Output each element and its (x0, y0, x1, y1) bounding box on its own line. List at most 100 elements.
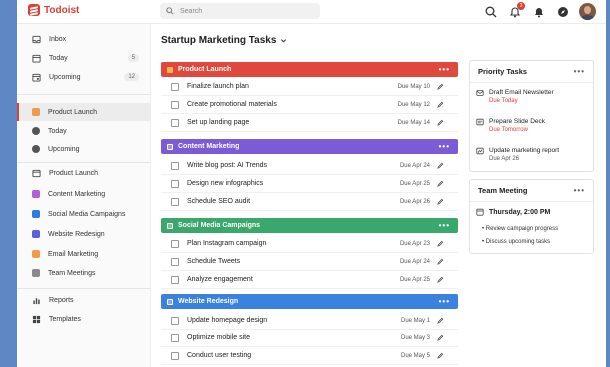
sidebar-project-social-media[interactable]: Social Media Campaigns (17, 205, 151, 223)
notifications-icon[interactable]: 3 (507, 2, 525, 19)
task-title: Create promotional materials (187, 101, 277, 108)
section-icon (167, 143, 173, 150)
sidebar-item-label: Upcoming (48, 145, 80, 153)
task-checkbox[interactable] (171, 118, 179, 127)
edit-pencil-icon[interactable] (437, 317, 444, 324)
edit-pencil-icon[interactable] (437, 119, 444, 126)
bell-icon[interactable] (531, 4, 546, 19)
page-title[interactable]: Startup Marketing Tasks (161, 35, 287, 46)
task-row[interactable]: Design new infographics Due Apr 25 (161, 175, 458, 193)
task-row[interactable]: Write blog post: AI Trends Due Apr 24 (161, 157, 458, 175)
priority-tasks-panel: Priority Tasks ••• Draft Email Newslette… (469, 60, 594, 172)
task-checkbox[interactable] (171, 275, 179, 284)
more-options-icon[interactable]: ••• (439, 65, 450, 74)
section-icon (167, 66, 173, 73)
task-checkbox[interactable] (171, 161, 179, 170)
compass-icon[interactable] (555, 4, 570, 19)
sidebar-item-templates[interactable]: Templates (17, 310, 151, 328)
more-options-icon[interactable]: ••• (439, 142, 450, 151)
more-options-icon[interactable]: ••• (439, 221, 450, 230)
task-title: Analyze engagement (187, 276, 253, 283)
task-row[interactable]: Schedule SEO audit Due Apr 26 (161, 193, 458, 211)
sidebar-project-product-launch[interactable]: Product Launch (17, 164, 151, 182)
sidebar-item-label: Content Marketing (48, 190, 106, 198)
edit-pencil-icon[interactable] (437, 240, 444, 247)
priority-task-due: Due Today (489, 98, 518, 104)
task-due-date: Due May 1 (400, 317, 430, 324)
task-row[interactable]: Set up landing page Due May 14 (161, 114, 458, 132)
sidebar-project-team-meetings[interactable]: Team Meetings (17, 264, 151, 282)
task-checkbox[interactable] (171, 333, 179, 342)
app-logo[interactable]: Todoist (28, 4, 79, 16)
more-options-icon[interactable]: ••• (574, 67, 585, 76)
user-avatar[interactable] (579, 3, 596, 20)
sidebar-item-upcoming[interactable]: Upcoming 12 (17, 68, 151, 86)
task-due-date: Due Apr 26 (399, 198, 430, 205)
sidebar-project-email-marketing[interactable]: Email Marketing (17, 245, 151, 263)
section-social-media-campaigns[interactable]: Social Media Campaigns ••• (161, 218, 458, 233)
task-due-date: Due May 10 (397, 83, 430, 90)
sidebar-item-today[interactable]: Today 5 (17, 49, 151, 67)
task-checkbox[interactable] (171, 100, 179, 109)
task-title: Conduct user testing (187, 352, 252, 359)
sidebar-item-inbox[interactable]: Inbox (17, 30, 151, 48)
today-count-badge: 5 (127, 54, 139, 62)
priority-task-title: Prepare Slide Deck (489, 118, 545, 125)
search-input[interactable]: Search (160, 3, 320, 19)
edit-pencil-icon[interactable] (437, 258, 444, 265)
project-color-icon (32, 190, 40, 198)
edit-pencil-icon[interactable] (437, 352, 444, 359)
sidebar-project-content-marketing[interactable]: Content Marketing (17, 185, 151, 203)
edit-pencil-icon[interactable] (437, 180, 444, 187)
sidebar-item-product-launch-active[interactable]: Product Launch (17, 103, 151, 121)
more-options-icon[interactable]: ••• (574, 186, 585, 195)
section-content-marketing[interactable]: Content Marketing ••• (161, 139, 458, 154)
priority-task-item[interactable]: Update marketing report Due Apr 26 (476, 147, 559, 162)
sidebar-item-reports[interactable]: Reports (17, 291, 151, 309)
task-checkbox[interactable] (171, 257, 179, 266)
task-due-date: Due Apr 24 (399, 162, 430, 169)
team-meeting-panel: Team Meeting ••• Thursday, 2:00 PM • Rev… (469, 179, 594, 254)
edit-pencil-icon[interactable] (437, 198, 444, 205)
calendar-upcoming-icon (32, 73, 41, 82)
task-row[interactable]: Analyze engagement Due Apr 25 (161, 271, 458, 289)
priority-task-item[interactable]: Draft Email Newsletter Due Today (476, 89, 554, 104)
task-row[interactable]: Optimize mobile site Due May 3 (161, 329, 458, 347)
sidebar-item-label: Upcoming (49, 73, 81, 81)
task-row[interactable]: Create promotional materials Due May 12 (161, 96, 458, 114)
sidebar-divider (17, 94, 151, 95)
search-icon[interactable] (483, 4, 498, 19)
task-title: Plan Instagram campaign (187, 240, 267, 247)
edit-pencil-icon[interactable] (437, 162, 444, 169)
section-website-redesign[interactable]: Website Redesign ••• (161, 294, 458, 309)
task-title: Optimize mobile site (187, 334, 251, 341)
more-options-icon[interactable]: ••• (439, 297, 450, 306)
calendar-today-icon (32, 54, 41, 63)
section-title: Website Redesign (178, 298, 239, 305)
task-checkbox[interactable] (171, 82, 179, 91)
task-title: Write blog post: AI Trends (187, 162, 268, 169)
priority-task-item[interactable]: Prepare Slide Deck Due Tomorrow (476, 118, 545, 133)
project-color-icon (32, 210, 40, 218)
task-checkbox[interactable] (171, 197, 179, 206)
task-checkbox[interactable] (171, 179, 179, 188)
task-row[interactable]: Schedule Tweets Due Apr 24 (161, 253, 458, 271)
sidebar-subitem-upcoming[interactable]: Upcoming (17, 140, 151, 158)
task-row[interactable]: Update homepage design Due May 1 (161, 312, 458, 330)
task-row[interactable]: Finalize launch plan Due May 10 (161, 78, 458, 96)
sidebar-subitem-today[interactable]: Today (17, 122, 151, 140)
task-row[interactable]: Conduct user testing Due May 5 (161, 347, 458, 365)
edit-pencil-icon[interactable] (437, 83, 444, 90)
edit-pencil-icon[interactable] (437, 101, 444, 108)
section-product-launch[interactable]: Product Launch ••• (161, 62, 458, 77)
edit-pencil-icon[interactable] (437, 276, 444, 283)
task-checkbox[interactable] (171, 316, 179, 325)
task-row[interactable]: Plan Instagram campaign Due Apr 23 (161, 235, 458, 253)
task-checkbox[interactable] (171, 351, 179, 360)
sidebar-item-label: Product Launch (48, 108, 98, 116)
email-icon (476, 90, 484, 96)
sidebar-project-website-redesign[interactable]: Website Redesign (17, 225, 151, 243)
task-checkbox[interactable] (171, 239, 179, 248)
edit-pencil-icon[interactable] (437, 334, 444, 341)
calendar-icon (476, 208, 484, 216)
